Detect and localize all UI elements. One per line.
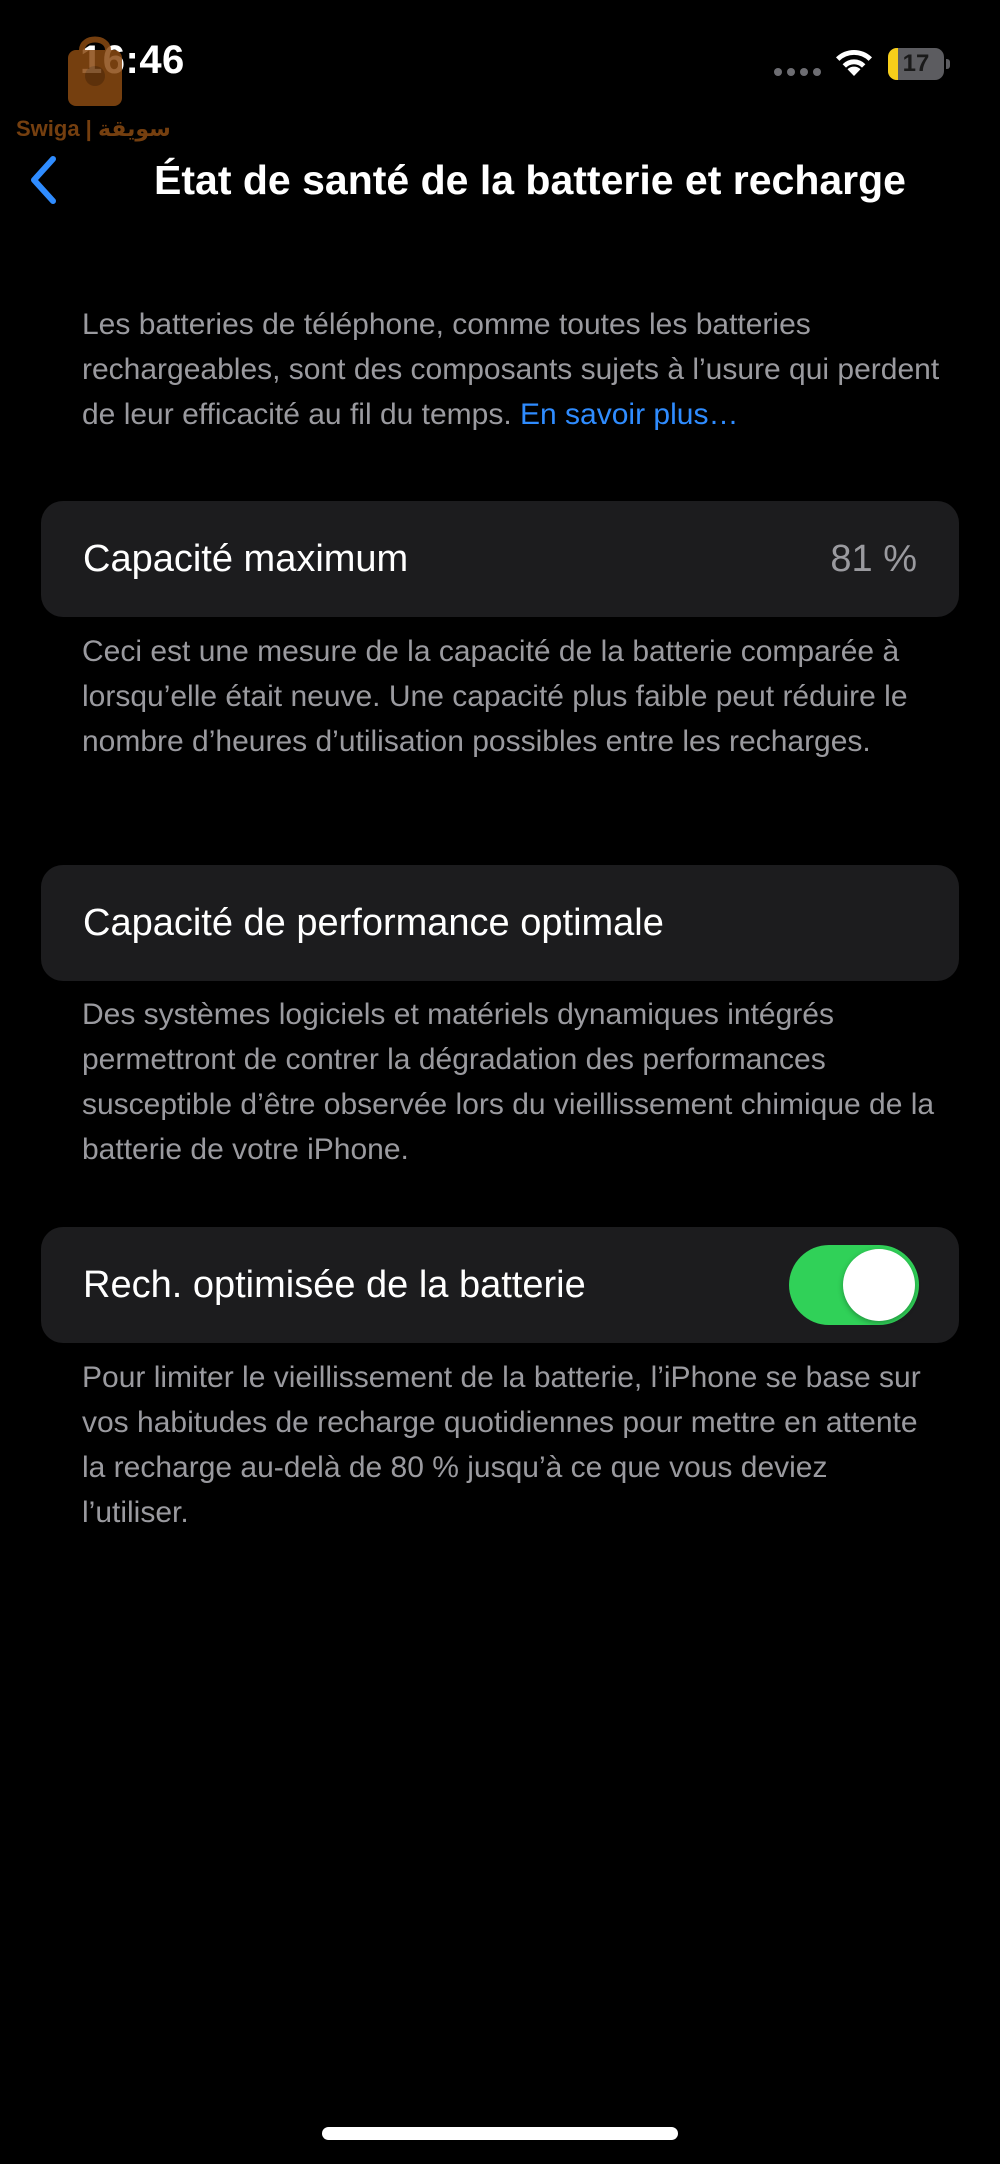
back-button[interactable] [18, 150, 68, 210]
navigation-bar: État de santé de la batterie et recharge [0, 140, 1000, 220]
page-title: État de santé de la batterie et recharge [154, 157, 906, 203]
learn-more-link[interactable]: En savoir plus… [520, 398, 738, 431]
peak-performance-cell: Capacité de performance optimale [41, 865, 959, 981]
optimized-charging-cell: Rech. optimisée de la batterie [41, 1227, 959, 1343]
optimized-charging-label: Rech. optimisée de la batterie [83, 1264, 586, 1306]
peak-performance-description: Des systèmes logiciels et matériels dyna… [82, 998, 935, 1166]
battery-level-text: 17 [902, 50, 930, 77]
watermark-text: Swiga | سويقة [16, 116, 171, 141]
intro-text: Les batteries de téléphone, comme toutes… [82, 308, 940, 431]
toggle-knob [843, 1249, 915, 1321]
peak-performance-label: Capacité de performance optimale [83, 902, 664, 944]
chevron-left-icon [31, 156, 56, 204]
battery-icon: 17 [888, 48, 950, 80]
watermark-logo: Swiga | سويقة [14, 28, 174, 143]
intro-description: Les batteries de téléphone, comme toutes… [82, 302, 942, 437]
signal-dots-icon [774, 68, 821, 76]
maximum-capacity-description: Ceci est une mesure de la capacité de la… [82, 635, 908, 758]
maximum-capacity-cell: Capacité maximum 81 % [41, 501, 959, 617]
maximum-capacity-value: 81 % [830, 538, 917, 580]
shopping-bag-icon [68, 36, 122, 106]
optimized-charging-description: Pour limiter le vieillissement de la bat… [82, 1361, 921, 1529]
home-indicator[interactable] [322, 2127, 678, 2140]
wifi-icon [836, 49, 872, 76]
optimized-charging-toggle[interactable] [789, 1245, 919, 1325]
maximum-capacity-label: Capacité maximum [83, 538, 409, 580]
